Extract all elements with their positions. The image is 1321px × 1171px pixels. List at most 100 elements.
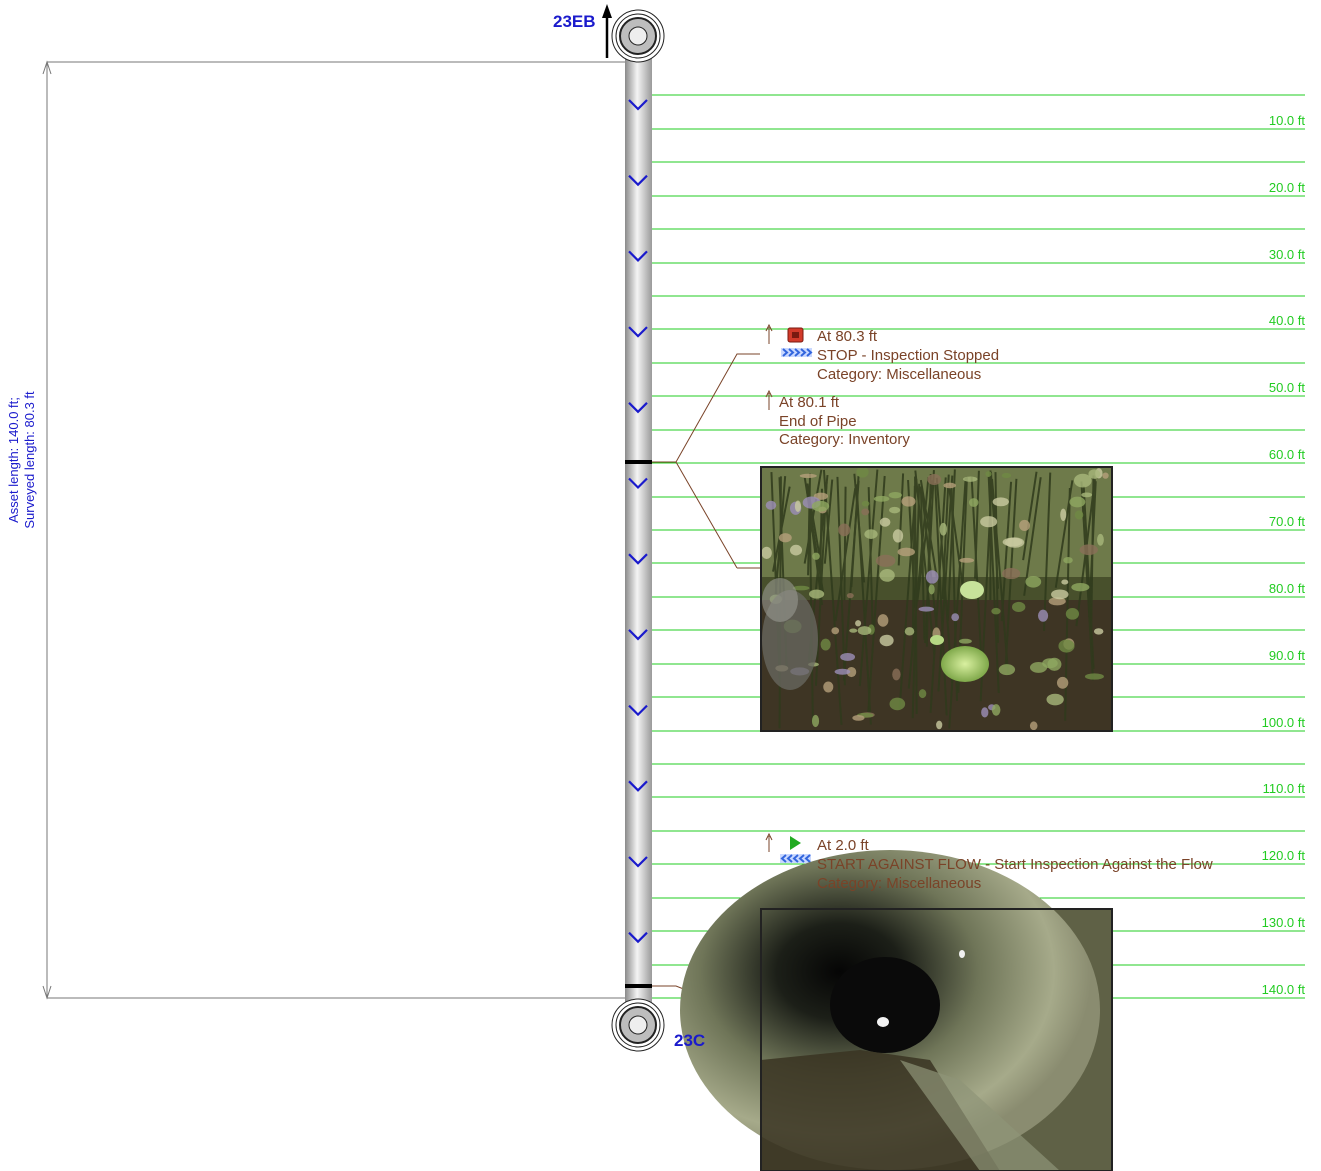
leaf	[888, 491, 902, 499]
leaf	[856, 466, 869, 478]
distance-label: 90.0 ft	[1268, 648, 1305, 663]
leaf	[849, 628, 858, 633]
leaf	[936, 720, 943, 730]
leaf	[879, 517, 891, 527]
observation-end-of-pipe[interactable]: At 80.1 ft End of Pipe Category: Invento…	[779, 393, 910, 449]
leaf	[1002, 567, 1021, 580]
leaf	[985, 471, 992, 477]
downstream-chevron-icon	[781, 348, 813, 357]
leaf	[1093, 628, 1104, 635]
observation-distance: At 80.1 ft	[779, 394, 840, 411]
asset-length-label: Asset length: 140.0 ft; Surveyed length:…	[6, 310, 38, 610]
leaf	[789, 544, 803, 556]
asset-length-dimension	[42, 60, 625, 1000]
leaf	[857, 626, 872, 636]
leaf	[812, 552, 820, 560]
leaf	[1065, 608, 1080, 620]
leaf	[1071, 582, 1090, 592]
leaf	[811, 714, 820, 728]
leaf	[1074, 510, 1084, 520]
leaf	[1037, 609, 1049, 622]
distance-label: 120.0 ft	[1261, 848, 1305, 863]
leaf	[875, 554, 896, 567]
leaf	[1069, 496, 1086, 508]
leaf	[968, 498, 979, 507]
leaf	[877, 614, 889, 627]
leaf	[855, 620, 862, 627]
leaf	[1060, 508, 1067, 522]
distance-label: 100.0 ft	[1261, 715, 1305, 730]
leaf	[838, 523, 851, 537]
leaf	[1056, 676, 1069, 689]
start-of-survey-marker	[625, 984, 652, 988]
distance-label: 140.0 ft	[1261, 982, 1305, 997]
leaf	[778, 533, 792, 543]
leaf	[943, 482, 956, 489]
distance-label: 30.0 ft	[1268, 247, 1305, 262]
leaf	[846, 593, 854, 599]
leaf	[1084, 673, 1104, 680]
leaf	[980, 516, 998, 528]
leaf	[1002, 537, 1023, 547]
leaf	[1061, 579, 1069, 585]
upstream-node-label: 23EB	[553, 12, 596, 31]
distance-label: 130.0 ft	[1261, 915, 1305, 930]
north-arrow-icon	[602, 4, 612, 58]
leaf	[892, 668, 901, 681]
play-triangle-icon	[790, 836, 801, 850]
leaf	[959, 557, 975, 563]
leaf	[1025, 575, 1042, 588]
leaf	[873, 495, 890, 502]
leaf	[939, 522, 948, 536]
leaf	[904, 627, 915, 636]
upstream-manhole-icon[interactable]	[611, 9, 665, 63]
leaf	[861, 500, 870, 507]
upstream-chevron-icon	[780, 854, 811, 863]
distance-label: 70.0 ft	[1268, 514, 1305, 529]
observation-distance: At 2.0 ft	[817, 837, 869, 854]
leaf	[918, 606, 935, 612]
leaf	[1097, 533, 1104, 546]
leaf	[879, 634, 894, 647]
leaf	[897, 547, 915, 557]
distance-label: 40.0 ft	[1268, 313, 1305, 328]
leaf	[1058, 639, 1075, 653]
leaf	[991, 704, 1001, 716]
leaf	[1079, 544, 1098, 556]
leaf	[809, 589, 825, 599]
leaf	[861, 508, 870, 516]
leaf	[928, 584, 935, 595]
distance-label: 110.0 ft	[1262, 781, 1305, 796]
leaf	[765, 500, 777, 510]
leaf	[892, 529, 904, 543]
downstream-manhole-icon[interactable]	[611, 998, 665, 1052]
observation-stop[interactable]: At 80.3 ft STOP - Inspection Stopped Cat…	[817, 327, 999, 384]
leaf	[761, 546, 772, 559]
leaf	[864, 529, 878, 539]
leaf	[820, 638, 831, 651]
leaf	[811, 500, 830, 512]
plant-stem	[843, 486, 847, 601]
leaf	[794, 500, 802, 512]
observation-photo-vegetation[interactable]	[760, 466, 1113, 732]
observation-code: STOP - Inspection Stopped	[817, 347, 1000, 364]
leaf	[834, 668, 851, 675]
leaf	[1088, 469, 1101, 479]
leaf	[991, 607, 1001, 615]
stop-square-icon	[787, 327, 804, 343]
observation-start-against-flow[interactable]: At 2.0 ft START AGAINST FLOW - Start Ins…	[817, 836, 1213, 893]
observation-category: Category: Miscellaneous	[817, 875, 982, 892]
leaf	[889, 506, 901, 514]
observation-distance: At 80.3 ft	[817, 328, 878, 345]
leaf	[1046, 693, 1064, 706]
leaf	[1029, 661, 1048, 673]
leaf	[1001, 472, 1012, 479]
observation-category: Category: Inventory	[779, 431, 910, 448]
leaf	[831, 627, 840, 635]
distance-label: 10.0 ft	[1268, 113, 1305, 128]
distance-label: 20.0 ft	[1268, 180, 1305, 195]
leaf	[889, 697, 906, 711]
leaf	[879, 568, 895, 582]
observation-code: START AGAINST FLOW - Start Inspection Ag…	[817, 856, 1213, 873]
leaf	[927, 473, 942, 486]
